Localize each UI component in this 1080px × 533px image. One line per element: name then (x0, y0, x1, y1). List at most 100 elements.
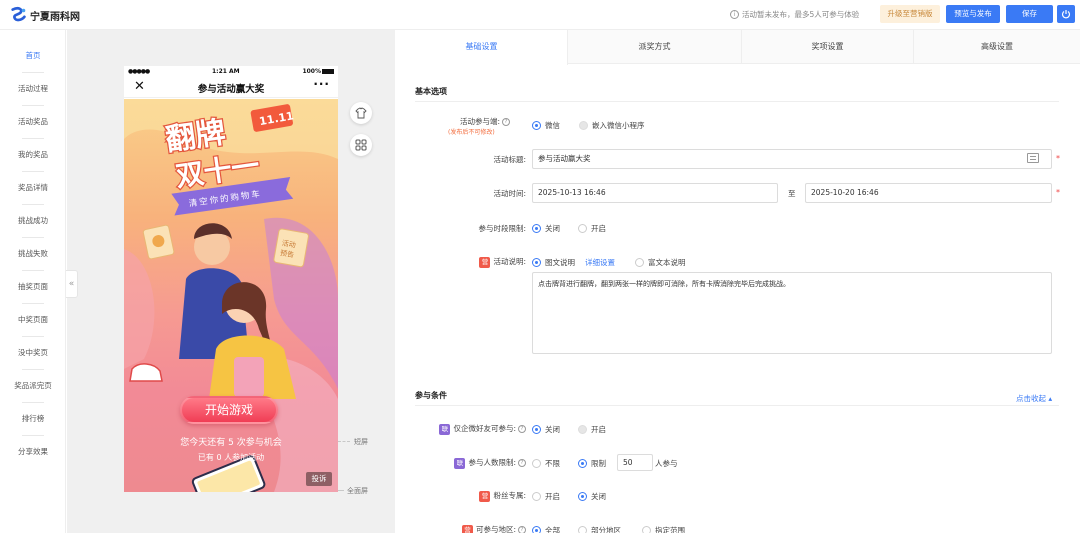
participants-count-text: 已有 0 人参加活动 (197, 453, 265, 462)
enterprise-only-label: 联仅企微好友可参与:? (416, 423, 526, 435)
publish-status-text: 活动暂未发布，最多5人可参与体验 (742, 10, 860, 19)
sidebar-item-share-effect[interactable]: 分享效果 (0, 444, 66, 460)
marketing-badge: 营 (479, 256, 491, 268)
short-screen-line (338, 441, 350, 442)
limit-on-radio[interactable]: 限制 (578, 458, 606, 469)
report-button[interactable]: 投诉 (306, 472, 332, 486)
description-textarea[interactable]: 点击牌背进行翻牌，翻到两张一样的牌即可消除，所有卡牌消除完毕后完成挑战。 (532, 272, 1052, 354)
tab-advanced-settings[interactable]: 高级设置 (914, 30, 1080, 64)
status-time: 1:21 AM (212, 67, 240, 75)
limit-count-input[interactable]: 50 (617, 454, 653, 471)
region-all-radio[interactable]: 全部 (532, 525, 560, 533)
help-icon[interactable]: ? (502, 118, 510, 126)
region-partial-radio[interactable]: 部分地区 (578, 525, 621, 533)
sidebar-item-activity-prizes[interactable]: 活动奖品 (0, 114, 66, 130)
remaining-chances-text: 您今天还有 5 次参与机会 (180, 438, 282, 448)
desc-detail-link[interactable]: 详细设置 (585, 257, 615, 268)
upgrade-button[interactable]: 升级至营销版 (880, 5, 940, 23)
info-icon: i (730, 10, 739, 19)
grid-icon (355, 139, 367, 151)
desc-image-text-radio[interactable]: 图文说明 (532, 257, 575, 268)
sidebar-item-challenge-success[interactable]: 挑战成功 (0, 213, 66, 229)
settings-tabs: 基础设置 派奖方式 奖项设置 高级设置 (396, 30, 1080, 65)
sidebar-item-win-page[interactable]: 中奖页面 (0, 312, 66, 328)
channel-label: 活动参与端:? (436, 116, 510, 127)
required-mark: * (1056, 188, 1060, 197)
nav-divider (22, 171, 44, 172)
start-time-input[interactable]: 2025-10-13 16:46 (532, 183, 778, 203)
channel-wechat-radio[interactable]: 微信 (532, 120, 560, 131)
battery-icon (322, 68, 334, 74)
power-button[interactable] (1057, 5, 1075, 23)
time-label: 活动时间: (493, 189, 526, 198)
sidebar-item-leaderboard[interactable]: 排行榜 (0, 411, 66, 427)
tab-prize-distribution[interactable]: 派奖方式 (568, 30, 742, 64)
save-button[interactable]: 保存 (1006, 5, 1053, 23)
region-label: 营可参与地区:? (416, 524, 526, 533)
short-screen-label: 短屏 (354, 438, 368, 446)
phone-page-title: 参与活动赢大奖 (197, 84, 265, 95)
title-label: 活动标题: (493, 155, 526, 164)
link-badge: 联 (454, 457, 466, 469)
description-label: 营活动说明: (436, 256, 526, 268)
period-on-radio[interactable]: 开启 (578, 223, 606, 234)
basic-section-title: 基本选项 (415, 87, 447, 96)
nav-divider (22, 336, 44, 337)
battery-indicator: 100% (302, 68, 334, 75)
nav-divider (22, 237, 44, 238)
phone-preview: ●●●●● 1:21 AM 100% ✕ 参与活动赢大奖 ··· 翻牌 双十一 … (124, 66, 338, 492)
sidebar-item-prizes-exhausted-page[interactable]: 奖品派完页 (0, 378, 66, 394)
required-mark: * (1056, 154, 1060, 163)
participant-limit-label: 联参与人数限制:? (416, 457, 526, 469)
text-format-icon[interactable] (1027, 153, 1039, 163)
nav-divider (22, 105, 44, 106)
preview-publish-button[interactable]: 预览与发布 (946, 5, 1000, 23)
poster-illustration: 翻牌 双十一 11.11 清空你的购物车 活动 预告 (124, 99, 338, 492)
title-input[interactable]: 参与活动赢大奖 (532, 149, 1052, 169)
sidebar-item-lottery-page[interactable]: 抽奖页面 (0, 279, 66, 295)
nav-divider (22, 204, 44, 205)
sidebar-item-prize-details[interactable]: 奖品详情 (0, 180, 66, 196)
nav-divider (22, 435, 44, 436)
sidebar-item-challenge-fail[interactable]: 挑战失败 (0, 246, 66, 262)
power-icon (1061, 10, 1071, 19)
layout-grid-button[interactable] (350, 134, 372, 156)
sidebar-item-home[interactable]: 首页 (0, 48, 66, 64)
nav-divider (22, 303, 44, 304)
fans-off-radio[interactable]: 关闭 (578, 491, 606, 502)
help-icon[interactable]: ? (518, 459, 526, 467)
fans-on-radio[interactable]: 开启 (532, 491, 560, 502)
left-nav: 首页活动过程活动奖品我的奖品奖品详情挑战成功挑战失败抽奖页面中奖页面没中奖页奖品… (0, 30, 66, 533)
help-icon[interactable]: ? (518, 425, 526, 433)
sidebar-item-no-win-page[interactable]: 没中奖页 (0, 345, 66, 361)
logo[interactable]: 宁夏雨科网 (10, 5, 80, 25)
desc-richtext-radio[interactable]: 富文本说明 (635, 257, 686, 268)
collapse-nav-button[interactable]: « (66, 270, 78, 298)
signal-icon: ●●●●● (128, 67, 150, 75)
theme-shirt-button[interactable] (350, 102, 372, 124)
tab-prize-settings[interactable]: 奖项设置 (742, 30, 914, 64)
sidebar-item-my-prizes[interactable]: 我的奖品 (0, 147, 66, 163)
start-game-button[interactable]: 开始游戏 (180, 396, 278, 424)
logo-text: 宁夏雨科网 (30, 11, 80, 23)
marketing-badge: 营 (479, 490, 491, 502)
limit-suffix: 人参与 (655, 459, 678, 468)
more-icon[interactable]: ··· (313, 77, 330, 91)
nav-divider (22, 138, 44, 139)
region-range-radio[interactable]: 指定范围 (642, 525, 685, 533)
channel-miniprogram-radio[interactable]: 嵌入微信小程序 (579, 120, 645, 131)
game-poster: 翻牌 双十一 11.11 清空你的购物车 活动 预告 开始游戏 您今天还有 5 … (124, 99, 338, 492)
limit-none-radio[interactable]: 不限 (532, 458, 560, 469)
tab-basic-settings[interactable]: 基础设置 (396, 30, 568, 65)
top-header: 宁夏雨科网 i 活动暂未发布，最多5人可参与体验 升级至营销版 预览与发布 保存 (0, 0, 1080, 30)
enterprise-on-radio[interactable]: 开启 (578, 424, 606, 435)
enterprise-off-radio[interactable]: 关闭 (532, 424, 560, 435)
conditions-section-title: 参与条件 (415, 391, 447, 400)
help-icon[interactable]: ? (518, 526, 526, 533)
sidebar-item-activity-process[interactable]: 活动过程 (0, 81, 66, 97)
link-badge: 联 (439, 423, 451, 435)
period-off-radio[interactable]: 关闭 (532, 223, 560, 234)
section-divider (415, 405, 1059, 406)
collapse-conditions-link[interactable]: 点击收起 ▴ (1016, 393, 1052, 404)
end-time-input[interactable]: 2025-10-20 16:46 (805, 183, 1052, 203)
